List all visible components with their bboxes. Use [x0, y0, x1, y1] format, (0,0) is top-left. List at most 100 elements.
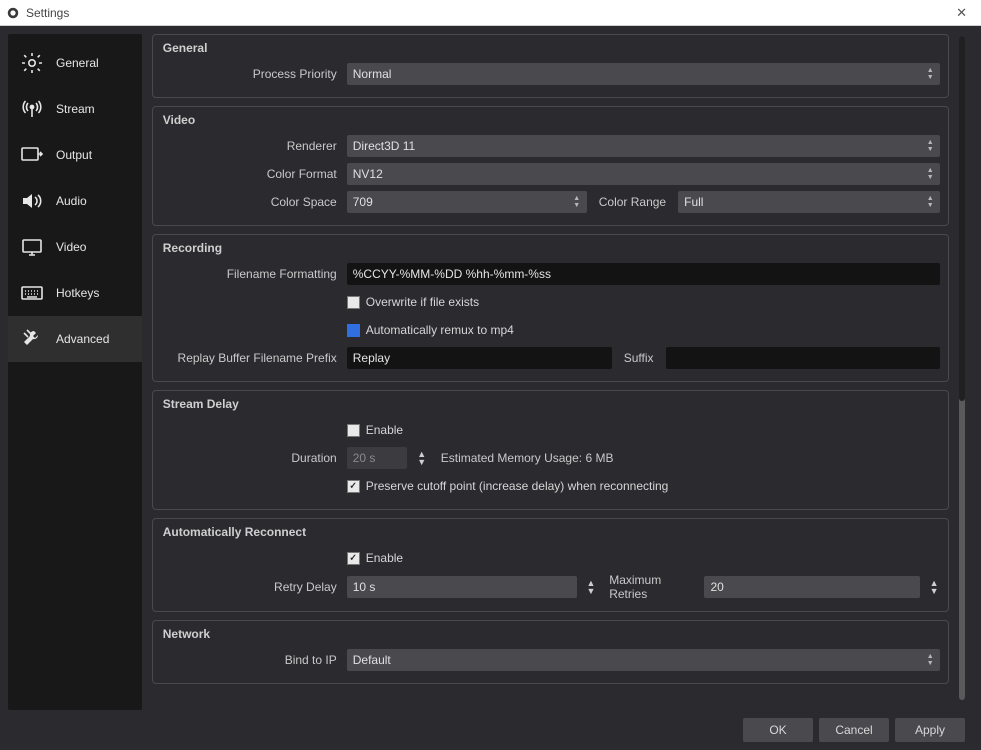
- sidebar-item-video[interactable]: Video: [8, 224, 142, 270]
- group-general: General Process Priority Normal ▲▼: [152, 34, 950, 98]
- select-value: Default: [353, 653, 391, 667]
- updown-icon: ▲▼: [924, 165, 936, 183]
- footer: OK Cancel Apply: [0, 710, 981, 750]
- updown-icon: ▲▼: [924, 65, 936, 83]
- group-title: General: [161, 41, 941, 55]
- titlebar: Settings ✕: [0, 0, 981, 26]
- filename-formatting-label: Filename Formatting: [161, 267, 339, 281]
- filename-formatting-input[interactable]: %CCYY-%MM-%DD %hh-%mm-%ss: [347, 263, 941, 285]
- auto-remux-checkbox[interactable]: Automatically remux to mp4: [347, 323, 514, 337]
- sidebar-item-audio[interactable]: Audio: [8, 178, 142, 224]
- overwrite-checkbox[interactable]: Overwrite if file exists: [347, 295, 479, 309]
- sidebar-item-advanced[interactable]: Advanced: [8, 316, 142, 362]
- select-value: 709: [353, 195, 373, 209]
- select-value: NV12: [353, 167, 383, 181]
- checkbox-label: Enable: [366, 423, 403, 437]
- process-priority-select[interactable]: Normal ▲▼: [347, 63, 941, 85]
- group-title: Video: [161, 113, 941, 127]
- content: General Process Priority Normal ▲▼ Video…: [152, 34, 954, 710]
- tools-icon: [18, 325, 46, 353]
- checkbox-icon: [347, 324, 360, 337]
- process-priority-label: Process Priority: [161, 67, 339, 81]
- cancel-button[interactable]: Cancel: [819, 718, 889, 742]
- renderer-label: Renderer: [161, 139, 339, 153]
- renderer-select[interactable]: Direct3D 11 ▲▼: [347, 135, 941, 157]
- duration-label: Duration: [161, 451, 339, 465]
- button-label: Cancel: [835, 723, 872, 737]
- color-space-select[interactable]: 709 ▲▼: [347, 191, 587, 213]
- color-space-label: Color Space: [161, 195, 339, 209]
- estimate-label: Estimated Memory Usage: 6 MB: [437, 451, 618, 465]
- group-video: Video Renderer Direct3D 11 ▲▼ Color Form…: [152, 106, 950, 226]
- group-title: Automatically Reconnect: [161, 525, 941, 539]
- group-network: Network Bind to IP Default ▲▼: [152, 620, 950, 684]
- group-recording: Recording Filename Formatting %CCYY-%MM-…: [152, 234, 950, 382]
- close-icon[interactable]: ✕: [948, 5, 975, 21]
- spin-value: 10 s: [353, 580, 376, 594]
- select-value: Full: [684, 195, 703, 209]
- updown-icon: ▲▼: [924, 651, 936, 669]
- apply-button[interactable]: Apply: [895, 718, 965, 742]
- speaker-icon: [18, 187, 46, 215]
- sidebar-item-label: Output: [56, 148, 92, 162]
- group-stream-delay: Stream Delay Enable Duration 20 s: [152, 390, 950, 510]
- max-retries-spinner[interactable]: 20: [704, 576, 919, 598]
- stream-delay-enable-checkbox[interactable]: Enable: [347, 423, 403, 437]
- color-range-label: Color Range: [595, 195, 670, 209]
- scrollbar-thumb[interactable]: [959, 36, 965, 401]
- retry-delay-spinner[interactable]: 10 s: [347, 576, 577, 598]
- retry-delay-label: Retry Delay: [161, 580, 339, 594]
- checkbox-label: Overwrite if file exists: [366, 295, 479, 309]
- checkbox-label: Preserve cutoff point (increase delay) w…: [366, 479, 669, 493]
- select-value: Direct3D 11: [353, 139, 415, 153]
- input-value: Replay: [353, 351, 390, 365]
- updown-icon: ▲▼: [924, 193, 936, 211]
- antenna-icon: [18, 95, 46, 123]
- updown-icon[interactable]: ▲▼: [928, 579, 940, 595]
- preserve-cutoff-checkbox[interactable]: Preserve cutoff point (increase delay) w…: [347, 479, 669, 493]
- color-format-label: Color Format: [161, 167, 339, 181]
- suffix-label: Suffix: [620, 351, 658, 365]
- bind-ip-select[interactable]: Default ▲▼: [347, 649, 941, 671]
- app-icon: [6, 6, 20, 20]
- sidebar-item-label: Hotkeys: [56, 286, 99, 300]
- max-retries-label: Maximum Retries: [605, 573, 696, 601]
- sidebar-item-hotkeys[interactable]: Hotkeys: [8, 270, 142, 316]
- spin-value: 20 s: [353, 451, 376, 465]
- sidebar: General Stream Output Audio Video: [8, 34, 142, 710]
- sidebar-item-stream[interactable]: Stream: [8, 86, 142, 132]
- updown-icon[interactable]: ▲▼: [585, 579, 597, 595]
- ok-button[interactable]: OK: [743, 718, 813, 742]
- sidebar-item-label: Audio: [56, 194, 87, 208]
- spin-value: 20: [710, 580, 723, 594]
- updown-icon[interactable]: ▲▼: [415, 450, 429, 466]
- group-auto-reconnect: Automatically Reconnect Enable Retry Del…: [152, 518, 950, 612]
- window-title: Settings: [26, 6, 69, 20]
- checkbox-icon: [347, 480, 360, 493]
- replay-prefix-input[interactable]: Replay: [347, 347, 612, 369]
- checkbox-icon: [347, 552, 360, 565]
- output-icon: [18, 141, 46, 169]
- suffix-input[interactable]: [666, 347, 941, 369]
- sidebar-item-label: Stream: [56, 102, 95, 116]
- scrollbar[interactable]: [959, 36, 965, 700]
- keyboard-icon: [18, 279, 46, 307]
- select-value: Normal: [353, 67, 392, 81]
- sidebar-item-general[interactable]: General: [8, 40, 142, 86]
- gear-icon: [18, 49, 46, 77]
- button-label: Apply: [915, 723, 945, 737]
- color-format-select[interactable]: NV12 ▲▼: [347, 163, 941, 185]
- sidebar-item-output[interactable]: Output: [8, 132, 142, 178]
- checkbox-icon: [347, 296, 360, 309]
- color-range-select[interactable]: Full ▲▼: [678, 191, 940, 213]
- sidebar-item-label: Advanced: [56, 332, 109, 346]
- reconnect-enable-checkbox[interactable]: Enable: [347, 551, 403, 565]
- button-label: OK: [769, 723, 786, 737]
- checkbox-label: Automatically remux to mp4: [366, 323, 514, 337]
- duration-spinner[interactable]: 20 s: [347, 447, 407, 469]
- group-title: Stream Delay: [161, 397, 941, 411]
- group-title: Network: [161, 627, 941, 641]
- updown-icon: ▲▼: [924, 137, 936, 155]
- checkbox-icon: [347, 424, 360, 437]
- input-value: %CCYY-%MM-%DD %hh-%mm-%ss: [353, 267, 551, 281]
